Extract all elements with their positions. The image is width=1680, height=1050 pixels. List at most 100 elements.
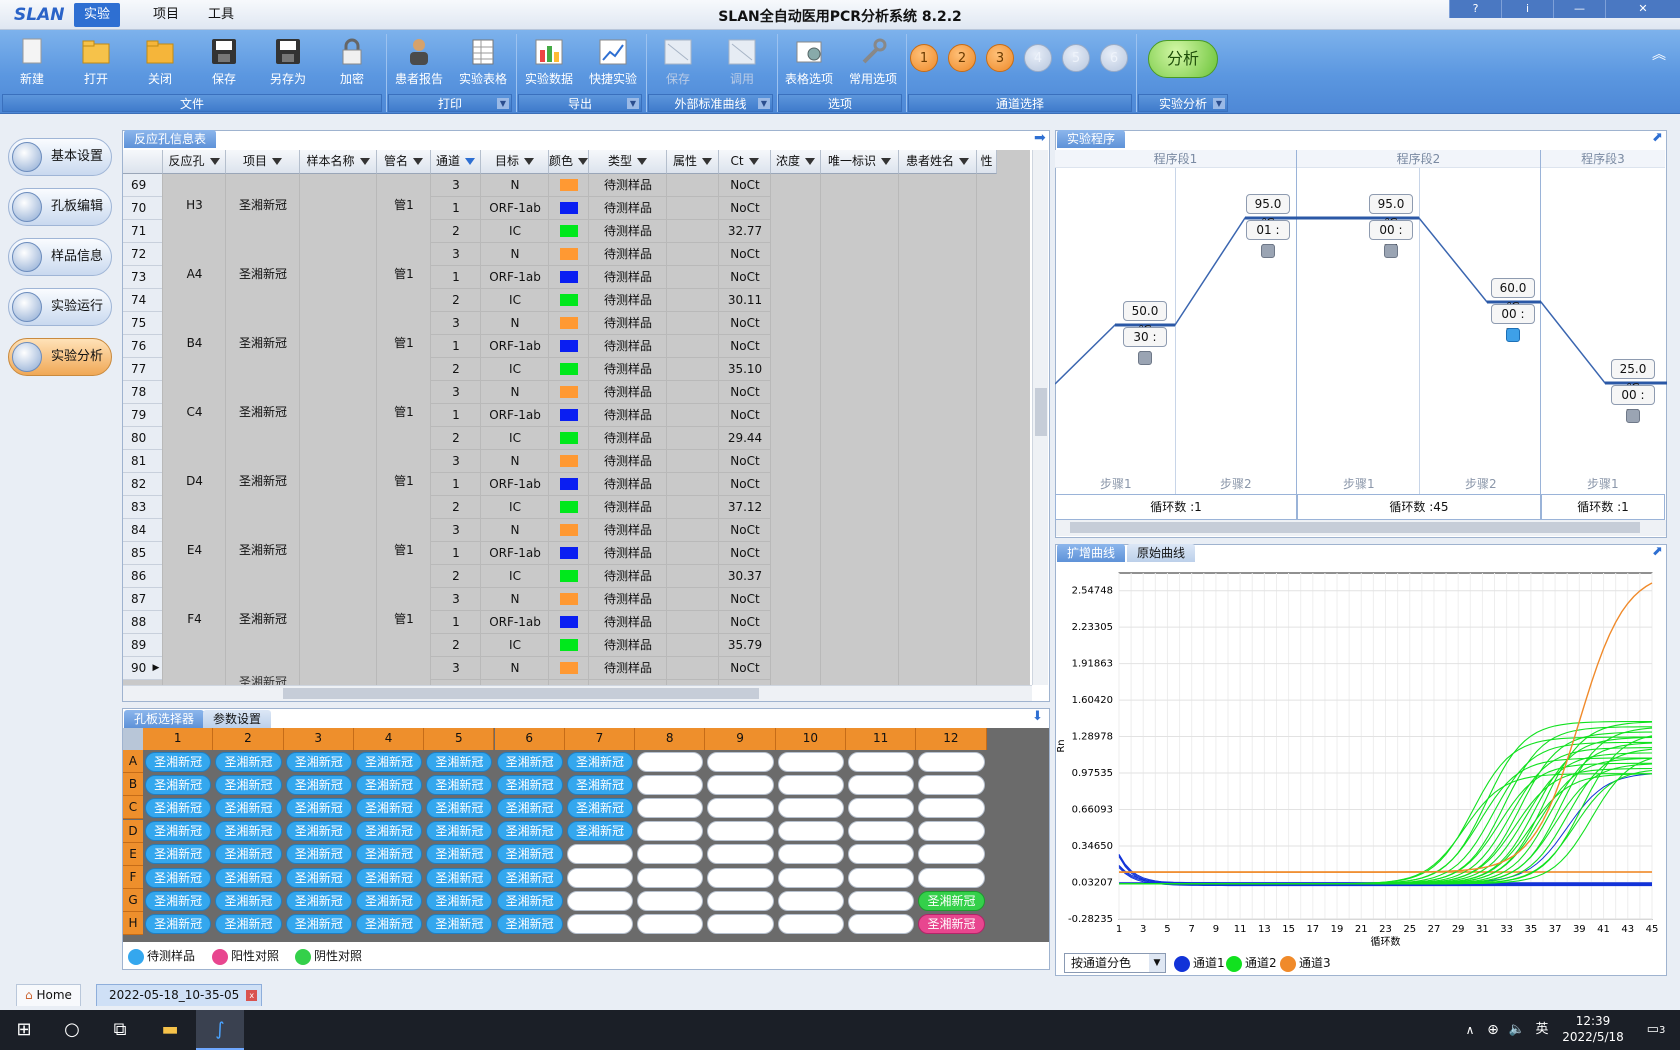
col-header-14[interactable]: 性 bbox=[977, 150, 997, 174]
plate-well[interactable] bbox=[777, 797, 844, 818]
table-vscrollbar[interactable] bbox=[1032, 150, 1048, 685]
plate-well[interactable] bbox=[637, 751, 704, 772]
camera-icon[interactable] bbox=[1626, 409, 1640, 423]
plate-well[interactable] bbox=[707, 913, 774, 934]
row-number[interactable]: 70 bbox=[123, 197, 163, 220]
plate-well[interactable] bbox=[566, 890, 634, 911]
tab-raw-curve[interactable]: 原始曲线 bbox=[1127, 544, 1196, 562]
plate-well[interactable]: 圣湘新冠 bbox=[145, 867, 212, 888]
plate-well[interactable]: 圣湘新冠 bbox=[355, 797, 423, 818]
encrypt-button[interactable]: 加密 bbox=[320, 32, 384, 94]
filter-icon[interactable] bbox=[805, 158, 815, 165]
row-number[interactable]: 84 bbox=[123, 519, 163, 542]
save-button[interactable]: 保存 bbox=[192, 32, 256, 94]
ime-indicator[interactable]: 英 bbox=[1530, 1010, 1554, 1050]
col-header-11[interactable]: 浓度 bbox=[771, 150, 821, 174]
plate-col-header[interactable]: 3 bbox=[283, 728, 354, 750]
save-as-button[interactable]: 另存为 bbox=[256, 32, 320, 94]
plate-well[interactable] bbox=[918, 774, 985, 795]
plate-well[interactable]: 圣湘新冠 bbox=[355, 821, 423, 842]
std-load-button[interactable]: 调用 bbox=[710, 32, 774, 94]
plate-well[interactable] bbox=[848, 797, 915, 818]
plate-well[interactable]: 圣湘新冠 bbox=[355, 751, 423, 772]
plate-well[interactable]: 圣湘新冠 bbox=[285, 751, 352, 772]
plate-well[interactable] bbox=[777, 821, 844, 842]
plate-well[interactable] bbox=[707, 774, 774, 795]
plate-well[interactable] bbox=[848, 774, 915, 795]
plate-col-header[interactable]: 10 bbox=[775, 728, 846, 750]
plate-row-header[interactable]: A bbox=[123, 750, 143, 773]
plate-row-header[interactable]: H bbox=[123, 912, 143, 936]
new-button[interactable]: 新建 bbox=[0, 32, 64, 94]
row-number[interactable]: 71 bbox=[123, 220, 163, 243]
channel-1-toggle[interactable]: 1 bbox=[910, 44, 938, 72]
nav-basic-settings[interactable]: 基本设置 bbox=[8, 138, 112, 176]
plate-well[interactable] bbox=[637, 867, 704, 888]
plate-well[interactable] bbox=[777, 867, 844, 888]
row-number[interactable]: 77 bbox=[123, 358, 163, 381]
plate-well[interactable] bbox=[777, 774, 844, 795]
plate-col-header[interactable]: 1 bbox=[143, 728, 214, 750]
col-header-12[interactable]: 唯一标识 bbox=[821, 150, 899, 174]
plate-well[interactable]: 圣湘新冠 bbox=[496, 844, 563, 865]
filter-icon[interactable] bbox=[272, 158, 282, 165]
plate-well[interactable]: 圣湘新冠 bbox=[566, 751, 634, 772]
plate-well[interactable] bbox=[707, 844, 774, 865]
step-time[interactable]: 00 : 15 bbox=[1369, 220, 1413, 256]
plate-well[interactable] bbox=[566, 913, 634, 934]
nav-run[interactable]: 实验运行 bbox=[8, 288, 112, 326]
plate-row-header[interactable]: D bbox=[123, 819, 143, 843]
plate-well[interactable] bbox=[707, 751, 774, 772]
plate-well[interactable]: 圣湘新冠 bbox=[426, 867, 493, 888]
col-header-2[interactable]: 项目 bbox=[226, 150, 300, 174]
plate-well[interactable] bbox=[918, 751, 985, 772]
quick-exp-button[interactable]: 快捷实验 bbox=[581, 32, 645, 94]
plate-col-header[interactable]: 8 bbox=[635, 728, 706, 750]
plate-well[interactable]: 圣湘新冠 bbox=[145, 890, 212, 911]
row-number[interactable]: 88 bbox=[123, 611, 163, 634]
plate-well[interactable]: 圣湘新冠 bbox=[285, 797, 352, 818]
row-number[interactable]: 74 bbox=[123, 289, 163, 312]
row-number[interactable]: 75 bbox=[123, 312, 163, 335]
plate-well[interactable]: 圣湘新冠 bbox=[215, 751, 282, 772]
expand-chart-icon[interactable]: ⬈ bbox=[1652, 544, 1663, 559]
plate-well[interactable] bbox=[777, 890, 844, 911]
plate-well[interactable] bbox=[848, 821, 915, 842]
plate-well[interactable]: 圣湘新冠 bbox=[145, 797, 212, 818]
plate-well[interactable]: 圣湘新冠 bbox=[426, 844, 493, 865]
network-globe-icon[interactable]: ⊕ bbox=[1482, 1010, 1504, 1050]
row-number[interactable]: 89 bbox=[123, 634, 163, 657]
step-time[interactable]: 00 : 30 bbox=[1491, 304, 1535, 340]
plate-well[interactable]: 圣湘新冠 bbox=[496, 751, 563, 772]
group-export-expand-icon[interactable]: ▼ bbox=[627, 98, 639, 109]
plate-well[interactable]: 圣湘新冠 bbox=[215, 890, 282, 911]
plate-well[interactable] bbox=[848, 751, 915, 772]
step-temperature[interactable]: 60.0 ℃ bbox=[1491, 278, 1535, 314]
row-number[interactable]: 80 bbox=[123, 427, 163, 450]
exp-table-button[interactable]: 实验表格 bbox=[451, 32, 515, 94]
plate-well[interactable]: 圣湘新冠 bbox=[215, 797, 282, 818]
notification-icon[interactable]: ▭3 bbox=[1636, 1010, 1676, 1050]
plate-well[interactable] bbox=[848, 844, 915, 865]
color-by-select[interactable]: 按通道分色 ▼ bbox=[1064, 953, 1166, 973]
plate-row-header[interactable]: E bbox=[123, 842, 143, 866]
group-ext-std-expand-icon[interactable]: ▼ bbox=[758, 98, 770, 109]
plate-well[interactable] bbox=[707, 867, 774, 888]
plate-well[interactable]: 圣湘新冠 bbox=[355, 890, 423, 911]
group-print-expand-icon[interactable]: ▼ bbox=[497, 98, 509, 109]
plate-well[interactable]: 圣湘新冠 bbox=[145, 821, 212, 842]
plate-well[interactable]: 圣湘新冠 bbox=[355, 774, 423, 795]
camera-icon[interactable] bbox=[1384, 244, 1398, 258]
plate-well[interactable] bbox=[848, 867, 915, 888]
speaker-muted-icon[interactable]: 🔈 bbox=[1506, 1010, 1528, 1050]
filter-icon[interactable] bbox=[465, 158, 475, 165]
plate-well[interactable] bbox=[848, 913, 915, 934]
plate-well[interactable] bbox=[637, 821, 704, 842]
plate-col-header[interactable]: 6 bbox=[494, 728, 565, 750]
plate-well[interactable]: 圣湘新冠 bbox=[426, 774, 493, 795]
row-number[interactable]: 73 bbox=[123, 266, 163, 289]
plate-well[interactable] bbox=[848, 890, 915, 911]
plate-well[interactable]: 圣湘新冠 bbox=[145, 844, 212, 865]
plate-well[interactable]: 圣湘新冠 bbox=[355, 913, 423, 934]
row-number[interactable]: 69 bbox=[123, 174, 163, 197]
